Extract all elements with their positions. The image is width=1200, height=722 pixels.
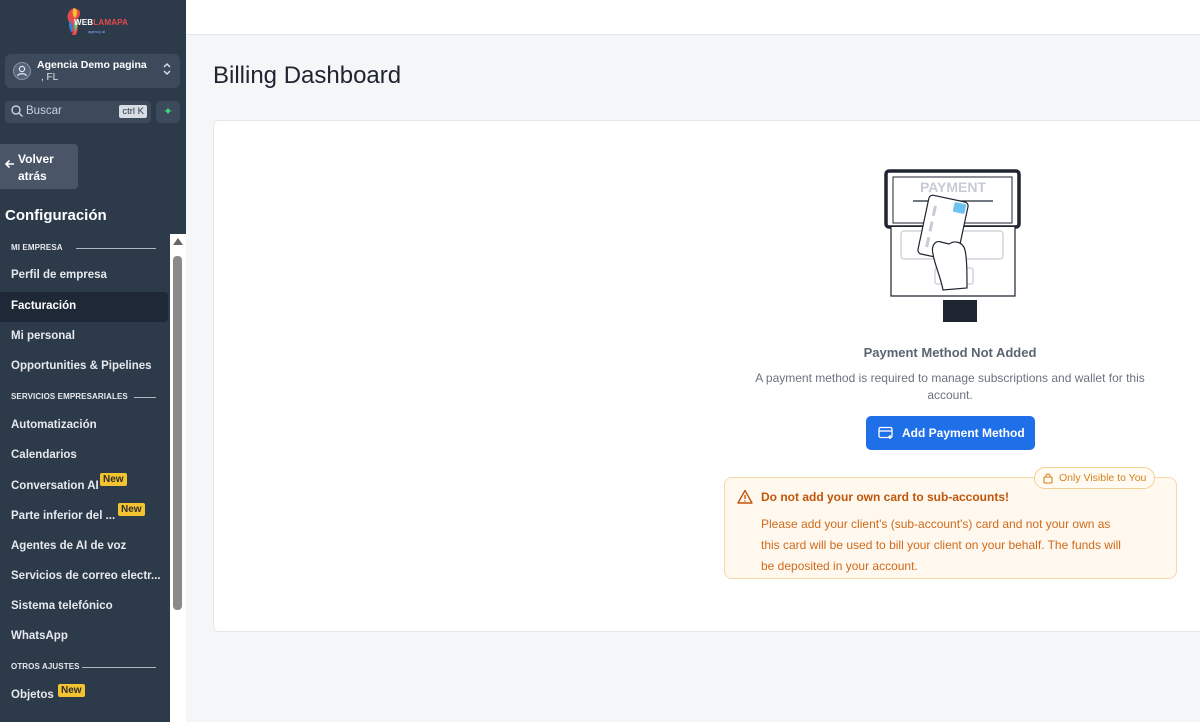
- sub-account-warning: Do not add your own card to sub-accounts…: [724, 477, 1177, 579]
- sidebar-item-label: Conversation AI: [11, 480, 99, 492]
- sidebar-item-label: Calendarios: [11, 449, 77, 461]
- settings-menu: MI EMPRESA Perfil de empresa Facturación…: [0, 234, 170, 722]
- warning-title: Do not add your own card to sub-accounts…: [761, 490, 1010, 504]
- chevron-updown-icon: [162, 61, 172, 79]
- illustration-label: PAYMENT: [920, 179, 987, 195]
- sidebar-item-label: Parte inferior del ...: [11, 510, 116, 522]
- sidebar-item-perfil-empresa[interactable]: Perfil de empresa: [0, 261, 168, 291]
- sidebar-item-objetos[interactable]: Objetos New: [0, 681, 168, 711]
- back-label: Volver atrás: [18, 152, 54, 183]
- section-mi-empresa: MI EMPRESA: [11, 243, 63, 252]
- logo-tagline: agency ai: [88, 29, 106, 34]
- divider: [76, 248, 156, 249]
- visibility-badge: Only Visible to You: [1034, 467, 1156, 489]
- sidebar-item-opportunities[interactable]: Opportunities & Pipelines: [0, 352, 168, 382]
- logo-text: WEBLAMAPA: [74, 18, 129, 27]
- search-icon: [11, 105, 23, 117]
- search-shortcut: ctrl K: [119, 105, 147, 118]
- quick-action-button[interactable]: ✦: [156, 101, 180, 123]
- account-name: Agencia Demo pagina: [37, 59, 147, 71]
- sidebar-item-facturacion[interactable]: Facturación: [0, 292, 168, 322]
- add-payment-method-button[interactable]: Add Payment Method: [866, 416, 1035, 450]
- sidebar-item-label: Opportunities & Pipelines: [11, 360, 152, 372]
- divider: [82, 667, 156, 668]
- sidebar-item-telefonico[interactable]: Sistema telefónico: [0, 592, 168, 622]
- section-otros-ajustes: OTROS AJUSTES: [11, 662, 80, 671]
- sidebar-item-calendarios[interactable]: Calendarios: [0, 441, 168, 471]
- payment-illustration-icon: PAYMENT: [884, 169, 1021, 322]
- empty-state-description: A payment method is required to manage s…: [755, 371, 1145, 402]
- account-avatar-icon: [13, 62, 31, 80]
- sidebar-title: Configuración: [5, 207, 107, 224]
- account-location: , FL: [41, 72, 59, 83]
- top-bar: [186, 0, 1200, 35]
- sidebar-item-label: Agentes de AI de voz: [11, 540, 127, 552]
- scroll-up-icon[interactable]: [173, 238, 183, 245]
- new-badge: New: [100, 473, 127, 486]
- sidebar-item-label: WhatsApp: [11, 630, 68, 642]
- page-title: Billing Dashboard: [213, 62, 402, 89]
- credit-card-plus-icon: [878, 426, 893, 439]
- search-input[interactable]: Buscar ctrl K: [5, 101, 151, 123]
- brand-logo[interactable]: WEBLAMAPA agency ai: [60, 6, 129, 38]
- divider: [134, 397, 156, 398]
- sidebar-item-label: Servicios de correo electr...: [11, 570, 161, 582]
- sidebar-item-correo[interactable]: Servicios de correo electr...: [0, 562, 168, 592]
- sidebar-item-label: Sistema telefónico: [11, 600, 113, 612]
- sidebar-item-label: Objetos: [11, 689, 54, 701]
- sidebar-item-agentes-voz[interactable]: Agentes de AI de voz: [0, 532, 168, 562]
- sidebar-item-automatizacion[interactable]: Automatización: [0, 411, 168, 441]
- warning-text: Please add your client's (sub-account's)…: [761, 517, 1121, 573]
- sidebar-item-label: Perfil de empresa: [11, 269, 107, 281]
- sidebar-item-conversation-ai[interactable]: Conversation AI New: [0, 472, 168, 502]
- new-badge: New: [58, 684, 85, 697]
- account-switcher[interactable]: Agencia Demo pagina , FL: [5, 54, 180, 88]
- warning-icon: [737, 489, 753, 504]
- sidebar-item-whatsapp[interactable]: WhatsApp: [0, 622, 168, 652]
- scrollbar-thumb[interactable]: [173, 256, 182, 610]
- section-servicios: SERVICIOS EMPRESARIALES: [11, 392, 128, 401]
- sidebar-scrollbar[interactable]: [170, 234, 186, 722]
- sidebar-item-label: Mi personal: [11, 330, 75, 342]
- sidebar-item-mi-personal[interactable]: Mi personal: [0, 322, 168, 352]
- arrow-left-icon: [4, 158, 16, 173]
- new-badge: New: [118, 503, 145, 516]
- visibility-label: Only Visible to You: [1059, 472, 1147, 484]
- sidebar-item-parte-inferior[interactable]: Parte inferior del ... New: [0, 502, 168, 532]
- sidebar-item-label: Automatización: [11, 419, 97, 431]
- search-placeholder: Buscar: [26, 105, 62, 117]
- lock-icon: [1043, 473, 1053, 484]
- empty-state-title: Payment Method Not Added: [863, 345, 1037, 360]
- sidebar-item-label: Facturación: [11, 300, 77, 312]
- lightning-icon: ✦: [163, 106, 173, 118]
- sidebar: WEBLAMAPA agency ai Agencia Demo pagina …: [0, 0, 186, 722]
- back-button[interactable]: Volver atrás: [0, 144, 78, 189]
- add-payment-method-label: Add Payment Method: [902, 426, 1025, 440]
